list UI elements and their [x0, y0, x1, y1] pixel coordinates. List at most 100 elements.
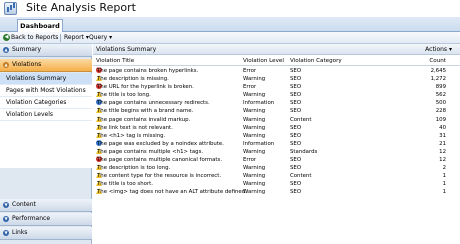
query-menu[interactable]: Query ▾ — [89, 34, 112, 42]
violation-level: Error — [243, 84, 257, 91]
violation-count: 21 — [439, 140, 446, 147]
violation-level: Warning — [243, 189, 266, 196]
violation-title: The title is too long. — [97, 92, 151, 99]
violation-level: Error — [243, 68, 257, 74]
violation-count: 12 — [439, 157, 446, 164]
tab-dashboard[interactable]: Dashboard — [17, 19, 63, 32]
violation-level: Warning — [243, 92, 266, 99]
section-label: Links — [12, 229, 28, 236]
chevron-up-icon: ▲ — [3, 47, 9, 53]
violation-category: Content — [290, 173, 312, 180]
violations-panel: Violations Summary Actions ▾ Violation T… — [93, 44, 460, 244]
violation-title: The <img> tag does not have an ALT attri… — [97, 189, 247, 196]
column-header-count[interactable]: Count — [429, 56, 446, 66]
column-header-level[interactable]: Violation Level — [243, 56, 284, 66]
table-row[interactable]: The page contains broken hyperlinks. Erro… — [93, 65, 460, 75]
back-label: Back to Reports — [11, 34, 59, 41]
violation-level: Information — [243, 100, 275, 107]
violation-level: Warning — [243, 148, 266, 155]
violation-category: SEO — [290, 140, 302, 147]
report-menu-label: Report — [64, 34, 84, 41]
violation-level: Warning — [243, 132, 266, 139]
violation-title: The title is too short. — [97, 181, 154, 188]
navigation-pane: ▲ Summary ▲ Violations Violations Summar… — [0, 44, 92, 244]
table-row[interactable]: The URL for the hyperlink is broken. Erro… — [93, 81, 460, 91]
column-header-category[interactable]: Violation Category — [290, 56, 342, 66]
violation-title: The link text is not relevant. — [97, 124, 173, 131]
report-chart-icon — [4, 2, 17, 15]
title-bar: Site Analysis Report — [0, 0, 460, 17]
table-row[interactable]: The title is too short. Warning SEO 1 — [93, 180, 460, 188]
table-row[interactable]: The title is too long. Warning SEO 562 — [93, 91, 460, 99]
table-row[interactable]: The page was excluded by a noindex attri… — [93, 138, 460, 148]
violation-category: SEO — [290, 165, 302, 172]
violation-title: The page contains broken hyperlinks. — [97, 68, 199, 74]
violation-title: The URL for the hyperlink is broken. — [97, 84, 194, 91]
panel-title: Violations Summary — [96, 46, 157, 53]
violation-count: 2 — [442, 165, 446, 172]
chevron-down-icon: ▼ — [3, 216, 9, 222]
violation-title: The description is too long. — [97, 165, 171, 172]
violation-category: SEO — [290, 100, 302, 107]
violation-category: Content — [290, 116, 312, 123]
section-label: Performance — [12, 215, 51, 222]
violation-title: The title begins with a brand name. — [97, 108, 194, 115]
violation-title: The page contains invalid markup. — [97, 116, 191, 123]
violation-count: 500 — [435, 100, 446, 107]
violation-level: Warning — [243, 76, 266, 83]
table-row[interactable]: The content type for the resource is inc… — [93, 172, 460, 180]
table-row[interactable]: The page contains unnecessary redirects.… — [93, 97, 460, 107]
table-row[interactable]: The <img> tag does not have an ALT attri… — [93, 188, 460, 196]
table-row[interactable]: The description is missing. Warning SEO 1,2… — [93, 75, 460, 83]
section-label: Content — [12, 201, 36, 208]
section-links[interactable]: ▼ Links — [0, 227, 92, 240]
violation-count: 12 — [439, 148, 446, 155]
violation-category: SEO — [290, 132, 302, 139]
table-row[interactable]: The <h1> tag is missing. Warning SEO 31 — [93, 131, 460, 140]
section-summary[interactable]: ▲ Summary — [0, 44, 92, 57]
violation-count: 899 — [435, 84, 446, 91]
violation-count: 228 — [435, 108, 446, 115]
violation-title: The page was excluded by a noindex attri… — [97, 140, 224, 147]
section-content[interactable]: ▼ Content — [0, 199, 92, 212]
section-performance[interactable]: ▼ Performance — [0, 213, 92, 226]
table-row[interactable]: The description is too long. Warning SEO 2 — [93, 164, 460, 172]
violation-level: Warning — [243, 124, 266, 131]
table-row[interactable]: The link text is not relevant. Warning SEO… — [93, 123, 460, 132]
table-row[interactable]: The page contains invalid markup. Warning… — [93, 115, 460, 124]
actions-label: Actions — [425, 46, 448, 53]
violation-category: SEO — [290, 124, 302, 131]
table-row[interactable]: The page contains multiple canonical for… — [93, 154, 460, 164]
violation-count: 1 — [442, 189, 446, 196]
violation-count: 1 — [442, 181, 446, 188]
actions-menu[interactable]: Actions ▾ — [425, 44, 452, 55]
violation-title: The page contains unnecessary redirects. — [97, 100, 210, 107]
violation-count: 562 — [435, 92, 446, 99]
sidebar-item-violation-categories[interactable]: Violation Categories — [0, 97, 92, 109]
violation-level: Error — [243, 157, 257, 164]
back-arrow-icon: ◀ — [3, 34, 10, 41]
violation-title: The <h1> tag is missing. — [97, 132, 166, 139]
violation-category: SEO — [290, 84, 302, 91]
sidebar-item-violation-levels[interactable]: Violation Levels — [0, 109, 92, 121]
violation-category: SEO — [290, 76, 302, 83]
violation-level: Warning — [243, 116, 266, 123]
violation-level: Warning — [243, 165, 266, 172]
violations-tree: Violations Summary Pages with Most Viola… — [0, 73, 92, 168]
violation-count: 40 — [439, 124, 446, 131]
violation-count: 31 — [439, 132, 446, 139]
table-row[interactable]: The title begins with a brand name. Warni… — [93, 107, 460, 115]
violation-category: SEO — [290, 108, 302, 115]
back-to-reports-button[interactable]: ◀ Back to Reports — [3, 34, 58, 42]
section-label: Violations — [12, 61, 42, 68]
violation-category: SEO — [290, 92, 302, 99]
report-menu[interactable]: Report ▾ — [64, 34, 89, 42]
section-violations[interactable]: ▲ Violations — [0, 59, 92, 72]
table-row[interactable]: The page contains multiple <h1> tags. War… — [93, 147, 460, 156]
violation-level: Warning — [243, 108, 266, 115]
sidebar-item-pages-most-violations[interactable]: Pages with Most Violations — [0, 85, 92, 97]
chevron-down-icon: ▾ — [109, 34, 113, 41]
toolbar-separator — [60, 34, 61, 42]
sidebar-item-violations-summary[interactable]: Violations Summary — [0, 73, 92, 85]
violations-table: The page contains broken hyperlinks. Erro… — [93, 65, 460, 197]
